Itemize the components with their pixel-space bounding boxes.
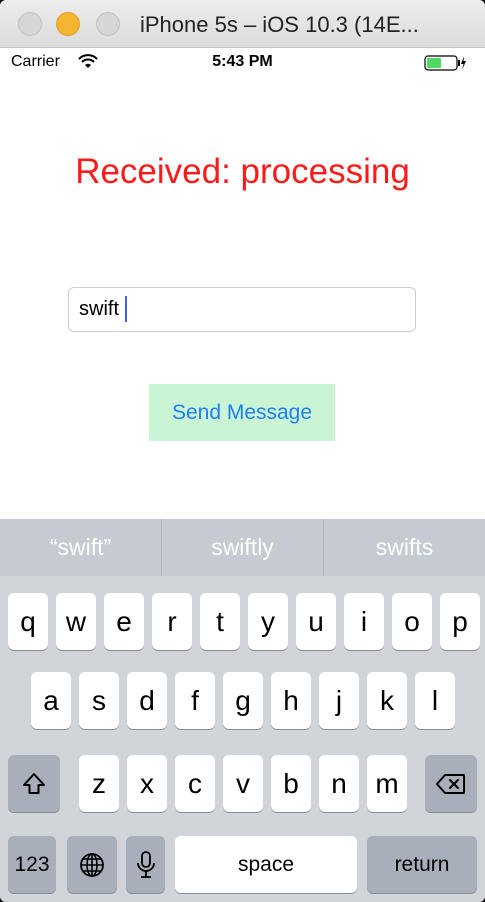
return-key[interactable]: return [367, 836, 477, 893]
key-l[interactable]: l [415, 672, 455, 729]
key-e[interactable]: e [104, 593, 144, 650]
globe-icon [80, 852, 104, 877]
delete-icon [436, 773, 465, 794]
key-c[interactable]: c [175, 755, 215, 812]
zoom-window-button[interactable] [96, 12, 120, 36]
key-y[interactable]: y [248, 593, 288, 650]
message-input[interactable] [68, 287, 416, 332]
key-j[interactable]: j [319, 672, 359, 729]
numbers-key[interactable]: 123 [8, 836, 56, 893]
key-b[interactable]: b [271, 755, 311, 812]
key-u[interactable]: u [296, 593, 336, 650]
key-r[interactable]: r [152, 593, 192, 650]
key-w[interactable]: w [56, 593, 96, 650]
key-t[interactable]: t [200, 593, 240, 650]
shift-icon [23, 772, 45, 794]
keyboard: “swift” swiftly swifts q w e r t y u i o… [0, 519, 485, 902]
key-k[interactable]: k [367, 672, 407, 729]
globe-key[interactable] [67, 836, 117, 893]
title-bar: iPhone 5s – iOS 10.3 (14E... [0, 0, 485, 48]
space-key[interactable]: space [175, 836, 357, 893]
key-h[interactable]: h [271, 672, 311, 729]
delete-key[interactable] [425, 755, 477, 812]
suggestion-item[interactable]: swifts [324, 519, 485, 576]
key-m[interactable]: m [367, 755, 407, 812]
window-title: iPhone 5s – iOS 10.3 (14E... [140, 12, 419, 37]
key-f[interactable]: f [175, 672, 215, 729]
key-v[interactable]: v [223, 755, 263, 812]
key-z[interactable]: z [79, 755, 119, 812]
send-message-button[interactable]: Send Message [149, 384, 335, 441]
key-n[interactable]: n [319, 755, 359, 812]
key-q[interactable]: q [8, 593, 48, 650]
status-bar: Carrier 5:43 PM [0, 48, 485, 76]
suggestion-item[interactable]: swiftly [162, 519, 324, 576]
status-time: 5:43 PM [212, 53, 273, 70]
shift-key[interactable] [8, 755, 60, 812]
close-window-button[interactable] [18, 12, 42, 36]
key-p[interactable]: p [440, 593, 480, 650]
text-caret [125, 296, 127, 322]
key-o[interactable]: o [392, 593, 432, 650]
dictation-key[interactable] [126, 836, 165, 893]
key-s[interactable]: s [79, 672, 119, 729]
app-view: Received: processing Send Message [0, 76, 485, 519]
key-g[interactable]: g [223, 672, 263, 729]
key-a[interactable]: a [31, 672, 71, 729]
received-label: Received: processing [75, 152, 410, 191]
minimize-window-button[interactable] [56, 12, 80, 36]
simulator-window: iPhone 5s – iOS 10.3 (14E... Carrier 5:4… [0, 0, 485, 902]
key-d[interactable]: d [127, 672, 167, 729]
suggestion-bar: “swift” swiftly swifts [0, 519, 485, 576]
key-x[interactable]: x [127, 755, 167, 812]
suggestion-item[interactable]: “swift” [0, 519, 162, 576]
battery-charging-icon [424, 55, 466, 71]
microphone-icon [136, 850, 155, 878]
key-i[interactable]: i [344, 593, 384, 650]
